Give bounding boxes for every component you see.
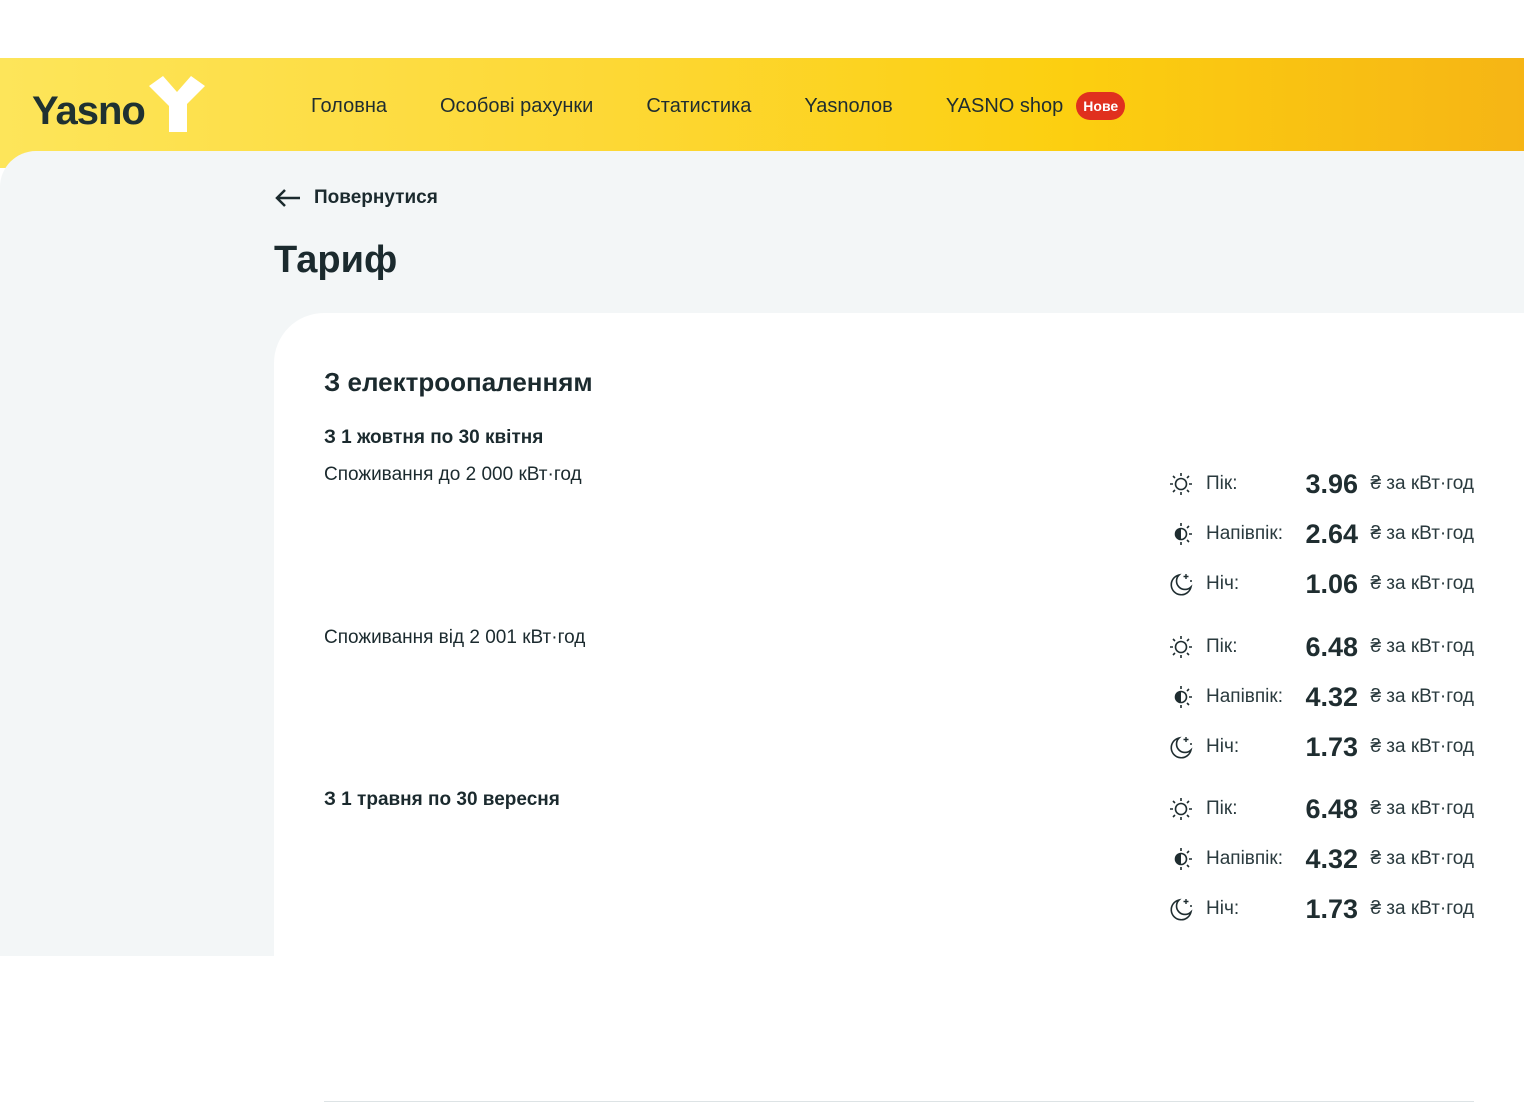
yasno-logo[interactable]: Yasno bbox=[32, 76, 207, 134]
rate-unit: ₴ за кВт·год bbox=[1370, 573, 1474, 594]
period-label: З 1 травня по 30 вересня bbox=[324, 789, 560, 810]
tariff-title: З електроопаленням bbox=[324, 367, 593, 397]
sun-icon bbox=[1170, 473, 1192, 495]
nav-home[interactable]: Головна bbox=[311, 95, 387, 118]
moon-icon bbox=[1170, 898, 1193, 921]
rate-unit: ₴ за кВт·год bbox=[1370, 798, 1474, 819]
rate-value: 3.96 bbox=[1305, 468, 1358, 499]
rate-name: Пік: bbox=[1206, 798, 1238, 819]
rate-row: Пік: 6.48 ₴ за кВт·год bbox=[1168, 622, 1474, 672]
rate-unit: ₴ за кВт·год bbox=[1370, 636, 1474, 657]
nav-shop[interactable]: YASNO shop Нове bbox=[945, 92, 1126, 120]
main-nav: Головна Особові рахунки Статистика Yasnо… bbox=[311, 92, 1126, 120]
back-button[interactable]: Повернутися bbox=[274, 187, 438, 209]
rate-row: Напівпік: 4.32 ₴ за кВт·год bbox=[1168, 834, 1474, 884]
logo-text: Yasno bbox=[32, 89, 146, 133]
rate-name: Пік: bbox=[1206, 473, 1238, 494]
rate-value: 6.48 bbox=[1305, 793, 1358, 824]
rate-name: Ніч: bbox=[1206, 898, 1240, 919]
rate-row: Ніч: 1.73 ₴ за кВт·год bbox=[1168, 722, 1474, 772]
rate-name: Ніч: bbox=[1206, 736, 1240, 757]
nav-yasnolov[interactable]: Yasnолов bbox=[804, 95, 892, 118]
rate-row: Пік: 6.48 ₴ за кВт·год bbox=[1168, 784, 1474, 834]
period-label: З 1 жовтня по 30 квітня bbox=[324, 427, 544, 448]
new-badge: Нове bbox=[1076, 92, 1126, 120]
rate-row: Пік: 3.96 ₴ за кВт·год bbox=[1168, 459, 1474, 509]
rate-row: Напівпік: 4.32 ₴ за кВт·год bbox=[1168, 672, 1474, 722]
rate-name: Напівпік: bbox=[1206, 848, 1283, 869]
nav-shop-label: YASNO shop bbox=[945, 94, 1064, 117]
nav-accounts[interactable]: Особові рахунки bbox=[440, 95, 593, 118]
page-content: Повернутися Тариф З електроопаленням З 1… bbox=[0, 151, 1524, 1102]
tier-label: Споживання від 2 001 кВт·год bbox=[324, 627, 586, 648]
rate-value: 1.73 bbox=[1305, 893, 1358, 924]
rate-unit: ₴ за кВт·год bbox=[1370, 523, 1474, 544]
rate-unit: ₴ за кВт·год bbox=[1370, 473, 1474, 494]
rates-list: Пік: 3.96 ₴ за кВт·год Напівпік: 2.64 ₴ за кВ… bbox=[1168, 459, 1474, 609]
arrow-left-icon bbox=[275, 189, 300, 207]
half-sun-icon bbox=[1174, 848, 1192, 870]
rate-value: 2.64 bbox=[1305, 518, 1358, 549]
rate-value: 4.32 bbox=[1305, 843, 1358, 874]
half-sun-icon bbox=[1174, 523, 1192, 545]
rate-row: Напівпік: 2.64 ₴ за кВт·год bbox=[1168, 509, 1474, 559]
tariff-card: З електроопаленням З 1 жовтня по 30 квіт… bbox=[274, 313, 1524, 1102]
rate-unit: ₴ за кВт·год bbox=[1370, 686, 1474, 707]
logo-mark-icon bbox=[148, 76, 205, 132]
rate-value: 4.32 bbox=[1305, 681, 1358, 712]
rate-name: Пік: bbox=[1206, 636, 1238, 657]
moon-icon bbox=[1170, 573, 1193, 596]
back-label: Повернутися bbox=[314, 187, 438, 208]
tier-label: Споживання до 2 000 кВт·год bbox=[324, 464, 582, 485]
rate-value: 1.06 bbox=[1305, 568, 1358, 599]
page-title: Тариф bbox=[274, 239, 398, 281]
rate-name: Напівпік: bbox=[1206, 686, 1283, 707]
rate-unit: ₴ за кВт·год bbox=[1370, 898, 1474, 919]
rate-value: 6.48 bbox=[1305, 631, 1358, 662]
rate-unit: ₴ за кВт·год bbox=[1370, 736, 1474, 757]
moon-icon bbox=[1170, 736, 1193, 759]
rate-row: Ніч: 1.73 ₴ за кВт·год bbox=[1168, 884, 1474, 934]
sun-icon bbox=[1170, 636, 1192, 658]
rate-unit: ₴ за кВт·год bbox=[1370, 848, 1474, 869]
rate-name: Ніч: bbox=[1206, 573, 1240, 594]
rates-list: Пік: 6.48 ₴ за кВт·год Напівпік: 4.32 ₴ за кВ… bbox=[1168, 784, 1474, 934]
rate-name: Напівпік: bbox=[1206, 523, 1283, 544]
nav-statistics[interactable]: Статистика bbox=[646, 95, 751, 118]
sun-icon bbox=[1170, 798, 1192, 820]
half-sun-icon bbox=[1174, 686, 1192, 708]
rates-list: Пік: 6.48 ₴ за кВт·год Напівпік: 4.32 ₴ за кВ… bbox=[1168, 622, 1474, 772]
rate-value: 1.73 bbox=[1305, 731, 1358, 762]
rate-row: Ніч: 1.06 ₴ за кВт·год bbox=[1168, 559, 1474, 609]
